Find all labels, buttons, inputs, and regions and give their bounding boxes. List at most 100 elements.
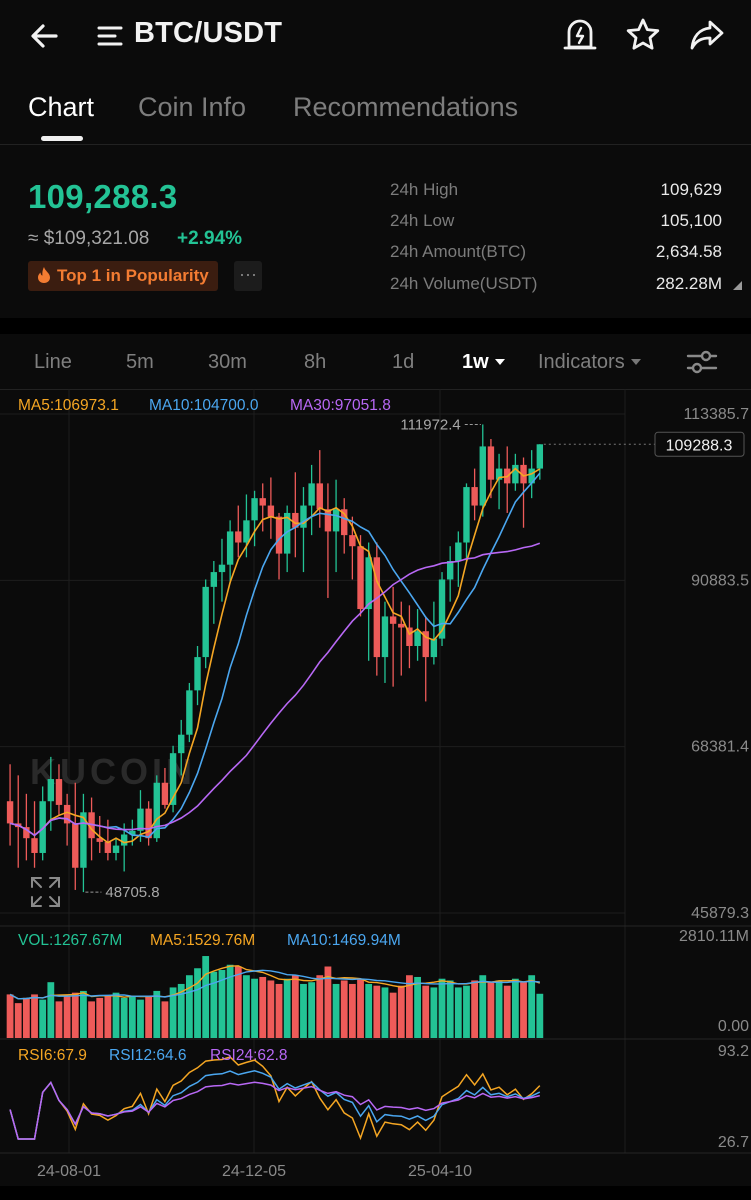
candle-body (455, 542, 462, 561)
candle-body (357, 546, 364, 610)
rsi-axis-min: 26.7 (718, 1134, 749, 1151)
volume-bar (454, 987, 462, 1038)
popularity-label: Top 1 in Popularity (57, 266, 209, 285)
candle-body (251, 498, 258, 521)
tab-coin-info[interactable]: Coin Info (138, 92, 246, 123)
volume-bar (381, 987, 389, 1038)
volume-bar (194, 968, 201, 1038)
volume-bar (112, 992, 120, 1038)
price-axis-label: 113385.7 (683, 406, 749, 423)
volume-bar (520, 982, 527, 1038)
candle-body (324, 509, 332, 532)
candle-body (430, 638, 438, 658)
candle-body (487, 446, 495, 480)
interval-bar: Line 5m 30m 8h 1d 1w Indicators (0, 335, 751, 389)
rsi-legend-1: RSI12:64.6 (109, 1047, 187, 1064)
expand-corner-icon[interactable] (733, 281, 742, 290)
volume-bar (414, 976, 421, 1038)
interval-1d[interactable]: 1d (392, 351, 414, 374)
volume-bar (259, 976, 267, 1038)
trading-pair-title[interactable]: BTC/USDT (134, 17, 282, 50)
candlestick-chart[interactable]: KUCOIN113385.790883.568381.445879.311197… (0, 389, 751, 1186)
interval-30m[interactable]: 30m (208, 351, 247, 374)
tab-recommendations[interactable]: Recommendations (293, 92, 518, 123)
volume-bar (536, 993, 544, 1038)
candle-body (316, 483, 323, 510)
section-gap (0, 318, 751, 334)
stat-label-24h-volume: 24h Volume(USDT) (390, 274, 538, 293)
volume-bar (471, 980, 479, 1038)
rsi-legend-0: RSI6:67.9 (18, 1047, 87, 1064)
volume-bar (80, 990, 87, 1038)
volume-bar (397, 985, 405, 1038)
volume-bar (63, 996, 71, 1038)
volume-bar (55, 1001, 63, 1038)
current-price-value: 109288.3 (666, 437, 733, 454)
volume-bar (14, 1003, 22, 1038)
candle-body (218, 564, 226, 573)
menu-icon[interactable] (96, 22, 124, 50)
interval-8h[interactable]: 8h (304, 351, 326, 374)
volume-bar (267, 980, 275, 1038)
rsi-6-line (9, 1056, 541, 1141)
indicators-dropdown[interactable]: Indicators (538, 351, 641, 374)
candle-body (414, 631, 421, 646)
star-icon[interactable] (624, 16, 662, 54)
usd-price: ≈ $109,321.08 (28, 228, 150, 249)
volume-bar (291, 975, 299, 1038)
stat-value-24h-low: 105,100 (660, 211, 722, 230)
tab-bar: Chart Coin Info Recommendations (0, 78, 751, 144)
interval-5m[interactable]: 5m (126, 351, 154, 374)
volume-bar (340, 980, 348, 1038)
candle-body (161, 782, 169, 805)
expand-icon (31, 877, 60, 907)
volume-bar (6, 994, 14, 1038)
volume-bar (495, 980, 503, 1038)
volume-bar (31, 994, 38, 1038)
popularity-badge[interactable]: Top 1 in Popularity (28, 261, 218, 291)
chevron-down-icon (630, 359, 641, 365)
candle-body (210, 572, 218, 587)
volume-bar (438, 978, 446, 1038)
date-axis-label: 24-08-01 (37, 1163, 101, 1180)
volume-bars (6, 956, 544, 1038)
volume-bar (300, 983, 307, 1038)
volume-bar (308, 982, 316, 1038)
date-axis-label: 24-12-05 (222, 1163, 286, 1180)
tab-chart[interactable]: Chart (28, 92, 94, 123)
candle-body (471, 487, 478, 506)
stat-value-24h-high: 109,629 (660, 180, 722, 199)
max-price-label: 111972.4 (400, 416, 460, 433)
active-tab-indicator (41, 136, 83, 141)
more-options-button[interactable]: ··· (234, 261, 262, 291)
candle-body (235, 531, 242, 543)
indicators-label: Indicators (538, 351, 625, 373)
volume-bar (365, 983, 373, 1038)
chart-settings-icon[interactable] (686, 349, 718, 375)
volume-bar (251, 978, 258, 1038)
expand-arrow-bl (31, 896, 42, 907)
volume-bar (120, 997, 128, 1038)
stat-label-24h-high: 24h High (390, 180, 459, 199)
volume-bar (316, 975, 324, 1038)
candle-body (398, 623, 405, 628)
volume-axis-max: 2810.11M (679, 928, 749, 945)
candle-body (47, 779, 55, 802)
interval-1w[interactable]: 1w (462, 351, 505, 374)
volume-bar (128, 996, 136, 1038)
back-arrow-icon[interactable] (26, 18, 64, 54)
share-icon[interactable] (688, 16, 726, 54)
expand-arrow-br (49, 896, 60, 907)
price-alert-icon[interactable] (562, 16, 598, 54)
volume-bar (275, 983, 283, 1038)
min-price-label: 48705.8 (105, 884, 159, 901)
volume-bar (487, 982, 495, 1038)
volume-bar (185, 975, 193, 1038)
candle-body (349, 535, 356, 547)
candle-body (536, 444, 544, 469)
volume-bar (161, 1001, 169, 1038)
volume-bar (47, 982, 55, 1038)
interval-line[interactable]: Line (34, 351, 72, 374)
volume-bar (243, 975, 250, 1038)
rsi-12-line (9, 1070, 541, 1140)
